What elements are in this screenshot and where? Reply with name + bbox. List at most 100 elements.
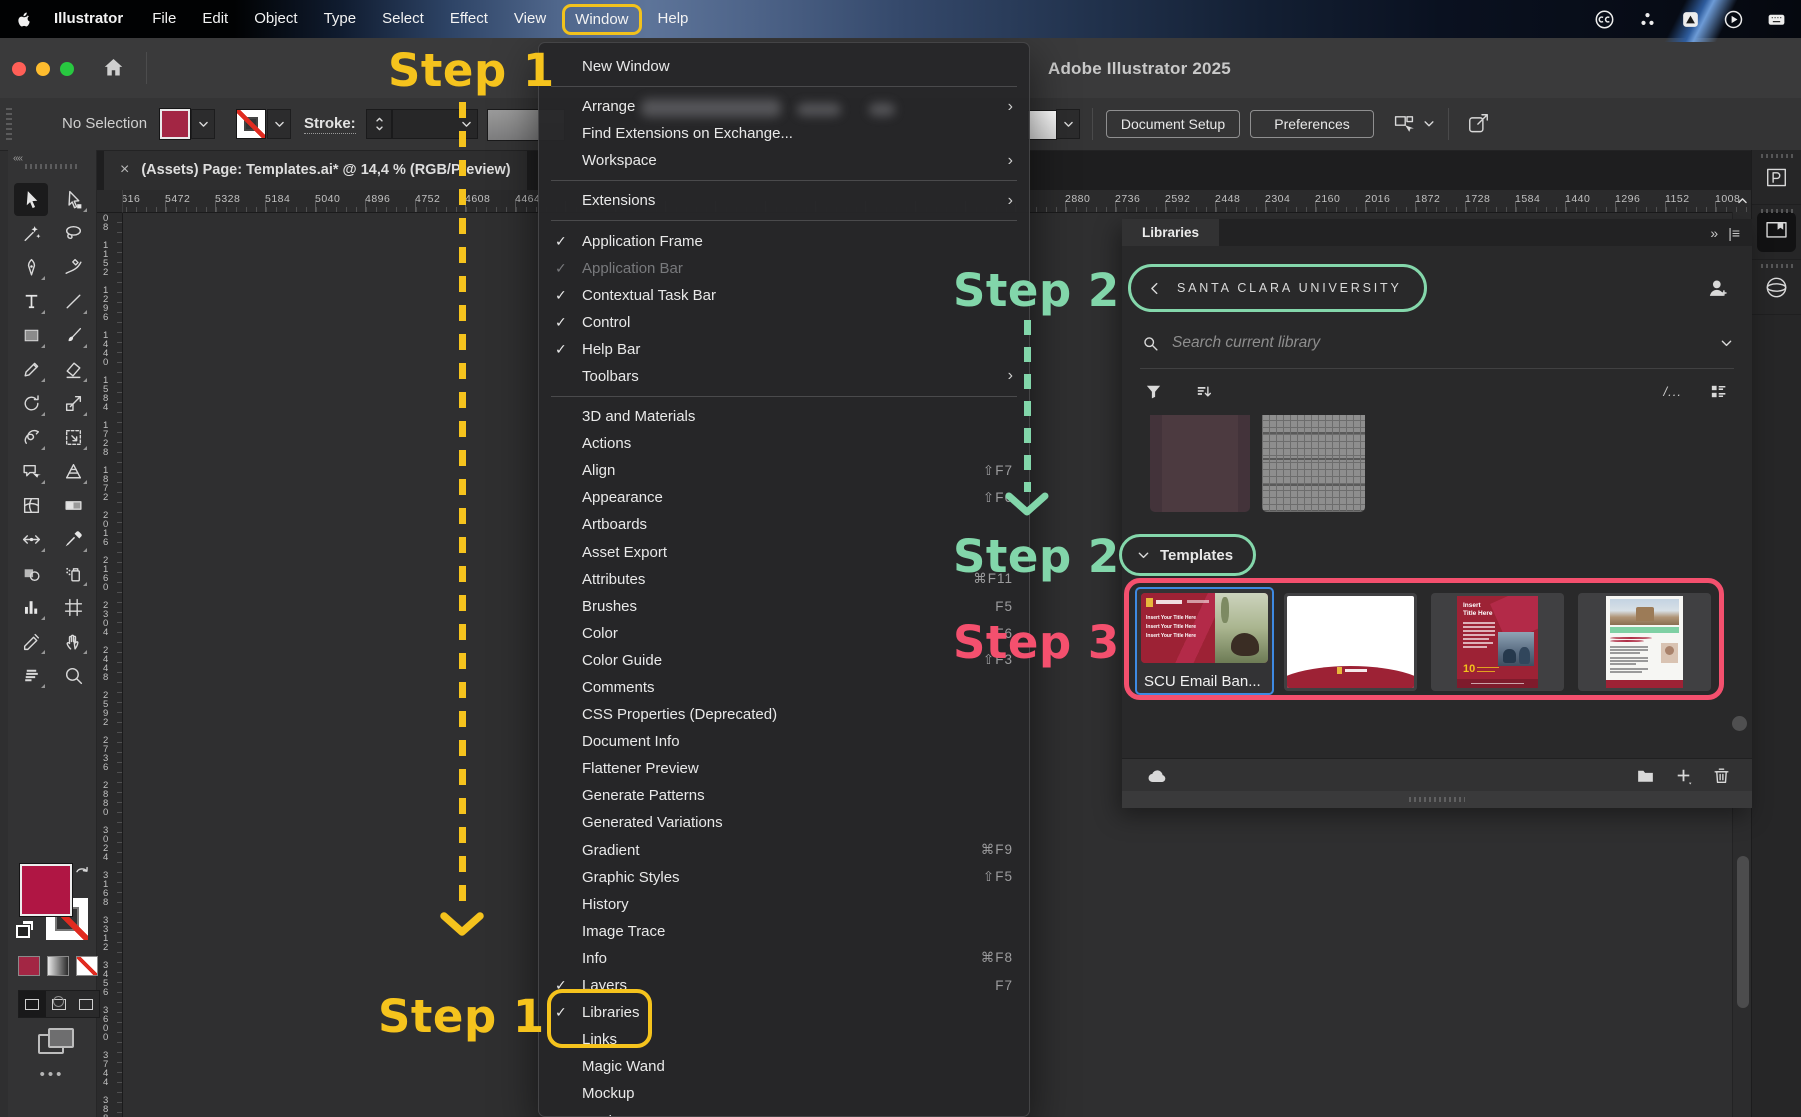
menu-item-align[interactable]: Align⇧F7 <box>539 457 1029 484</box>
menubar-item-file[interactable]: File <box>139 0 189 38</box>
stroke-weight-stepper[interactable] <box>366 109 392 139</box>
menu-item-toolbars[interactable]: Toolbars› <box>539 363 1029 390</box>
menubar-item-illustrator[interactable]: Illustrator <box>41 0 139 38</box>
stroke-color-dropdown[interactable] <box>267 109 291 139</box>
zoom-tool[interactable] <box>56 659 90 692</box>
panel-resize-grip[interactable] <box>1122 791 1752 808</box>
menu-item-find-extensions-on-exchange[interactable]: Find Extensions on Exchange... <box>539 120 1029 147</box>
current-library-button[interactable]: SANTA CLARA UNIVERSITY <box>1128 264 1427 312</box>
slice-tool[interactable] <box>14 625 48 658</box>
opacity-swatch[interactable] <box>1027 110 1057 140</box>
template-newsletter[interactable] <box>1578 593 1711 691</box>
menu-item-graphic-styles[interactable]: Graphic Styles⇧F5 <box>539 864 1029 891</box>
curvature-tool[interactable] <box>56 251 90 284</box>
menu-app-icon[interactable] <box>1680 9 1701 30</box>
apple-menu-icon[interactable] <box>14 9 33 30</box>
tools-panel-grip[interactable] <box>25 164 79 169</box>
gradient-button[interactable] <box>47 956 69 976</box>
preferences-button[interactable]: Preferences <box>1250 110 1374 138</box>
menu-item-generated-variations[interactable]: Generated Variations <box>539 809 1029 836</box>
default-fill-stroke-icon[interactable] <box>16 920 34 936</box>
add-asset-icon[interactable] <box>1673 765 1694 786</box>
menu-item-gradient[interactable]: Gradient⌘F9 <box>539 837 1029 864</box>
none-button[interactable] <box>76 956 98 976</box>
blend-tool[interactable] <box>14 557 48 590</box>
scale-tool[interactable] <box>56 387 90 420</box>
menu-item-navigator[interactable]: Navigator <box>539 1107 1029 1117</box>
fill-color-swatch[interactable] <box>160 109 190 139</box>
perspective-grid-tool[interactable] <box>56 455 90 488</box>
menubar-item-select[interactable]: Select <box>369 0 437 38</box>
menu-item-history[interactable]: History <box>539 891 1029 918</box>
color-button[interactable] <box>18 956 40 976</box>
magic-wand-tool[interactable] <box>14 217 48 250</box>
library-search-bar[interactable]: Search current library <box>1142 329 1734 357</box>
mesh-tool[interactable] <box>14 489 48 522</box>
collapse-tools-icon[interactable]: «« <box>13 153 22 164</box>
column-graph-tool[interactable] <box>14 591 48 624</box>
symbol-sprayer-tool[interactable] <box>56 557 90 590</box>
opacity-dropdown[interactable] <box>1056 109 1080 139</box>
menu-item-image-trace[interactable]: Image Trace <box>539 918 1029 945</box>
menu-item-help-bar[interactable]: ✓Help Bar <box>539 336 1029 363</box>
pen-tool[interactable] <box>14 251 48 284</box>
pencil-tool[interactable] <box>14 353 48 386</box>
collapse-panel-icon[interactable]: » <box>1710 225 1718 241</box>
home-icon[interactable] <box>102 56 125 79</box>
menu-item-workspace[interactable]: Workspace› <box>539 147 1029 174</box>
menubar-item-help[interactable]: Help <box>645 0 702 38</box>
swap-fill-stroke-icon[interactable] <box>74 864 91 881</box>
menu-item-application-frame[interactable]: ✓Application Frame <box>539 227 1029 254</box>
eraser-tool[interactable] <box>56 353 90 386</box>
selection-tool[interactable] <box>14 183 48 216</box>
properties-panel-button[interactable] <box>1752 150 1801 205</box>
menubar-item-view[interactable]: View <box>501 0 559 38</box>
play-circle-icon[interactable] <box>1723 9 1744 30</box>
share-document-icon[interactable] <box>1466 111 1491 136</box>
menubar-item-edit[interactable]: Edit <box>189 0 241 38</box>
menu-item-comments[interactable]: Comments <box>539 674 1029 701</box>
templates-section-header[interactable]: Templates <box>1119 534 1256 576</box>
paintbrush-tool[interactable] <box>56 319 90 352</box>
3d-materials-panel-button[interactable] <box>1752 260 1801 315</box>
template-scu-email-banner[interactable]: Insert Your Title Here Insert Your Title… <box>1135 587 1274 695</box>
gradient-tool[interactable] <box>56 489 90 522</box>
menubar-item-object[interactable]: Object <box>241 0 310 38</box>
fill-swatch[interactable] <box>20 864 72 916</box>
list-view-icon[interactable] <box>1709 382 1728 401</box>
control-bar-grip[interactable] <box>6 108 12 140</box>
chevron-down-icon[interactable] <box>1422 117 1436 131</box>
menu-item-extensions[interactable]: Extensions› <box>539 187 1029 214</box>
menu-item-magic-wand[interactable]: Magic Wand <box>539 1053 1029 1080</box>
menubar-item-type[interactable]: Type <box>311 0 370 38</box>
panel-menu-icon[interactable]: |≡ <box>1728 225 1740 241</box>
type-tool[interactable] <box>14 285 48 318</box>
direct-selection-tool[interactable] <box>56 183 90 216</box>
shape-builder-tool[interactable] <box>14 455 48 488</box>
ruler-origin-corner[interactable] <box>96 190 123 213</box>
menu-item-new-window[interactable]: New Window <box>539 53 1029 80</box>
libraries-tab[interactable]: Libraries <box>1122 219 1219 246</box>
menu-item-actions[interactable]: Actions <box>539 430 1029 457</box>
library-asset-color-card[interactable] <box>1150 415 1250 512</box>
menu-item-3d-and-materials[interactable]: 3D and Materials <box>539 403 1029 430</box>
menu-item-flattener-preview[interactable]: Flattener Preview <box>539 755 1029 782</box>
delete-icon[interactable] <box>1711 765 1732 786</box>
menu-item-info[interactable]: Info⌘F8 <box>539 945 1029 972</box>
draw-inside-mode[interactable] <box>72 991 99 1017</box>
stroke-color-swatch[interactable] <box>236 109 266 139</box>
rename-view-icon[interactable]: /... <box>1664 384 1682 399</box>
width-tool[interactable] <box>14 523 48 556</box>
free-transform-tool[interactable] <box>56 421 90 454</box>
eyedropper-tool[interactable] <box>56 523 90 556</box>
fill-color-dropdown[interactable] <box>191 109 215 139</box>
menu-item-arrange[interactable]: Arrange› <box>539 93 1029 120</box>
sort-icon[interactable] <box>1194 382 1213 401</box>
lasso-tool[interactable] <box>56 217 90 250</box>
draw-behind-mode[interactable] <box>46 991 73 1017</box>
menu-item-mockup[interactable]: Mockup <box>539 1080 1029 1107</box>
library-asset-pattern-card[interactable] <box>1262 415 1365 512</box>
menubar-item-window[interactable]: Window <box>562 4 641 35</box>
sync-status-icon[interactable] <box>1146 765 1168 787</box>
menubar-item-effect[interactable]: Effect <box>437 0 501 38</box>
